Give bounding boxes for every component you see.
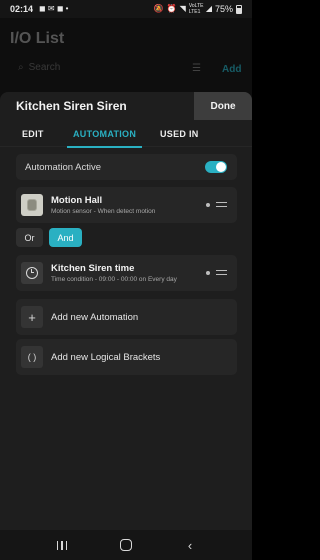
sheet-title: Kitchen Siren Siren [16, 99, 127, 113]
toggle-knob [216, 162, 226, 172]
condition-controls [206, 270, 227, 275]
and-button[interactable]: And [49, 228, 82, 247]
condition-text: Motion Hall Motion sensor - When detect … [51, 195, 155, 215]
alarm-icon: ⏰ [166, 4, 177, 13]
tab-edit[interactable]: EDIT [22, 120, 44, 147]
motion-sensor-icon [21, 194, 43, 216]
battery-icon [236, 4, 242, 14]
automation-active-row: Automation Active [16, 154, 237, 180]
recents-icon[interactable] [47, 540, 77, 550]
condition-controls [206, 202, 227, 207]
tab-used-in[interactable]: USED IN [160, 120, 199, 147]
system-nav-bar: ‹ [0, 530, 252, 560]
back-icon[interactable]: ‹ [175, 538, 205, 553]
signal-icon: ◢ [205, 4, 212, 13]
clock-icon [21, 262, 43, 284]
status-dot-icon [206, 270, 210, 275]
status-notification-icons: ◼ ✉ ◼ • [39, 4, 69, 13]
brackets-icon: ( ) [21, 346, 43, 368]
condition-title: Kitchen Siren time [51, 263, 135, 274]
status-dot-icon [206, 202, 210, 207]
add-automation-button[interactable]: + Add new Automation [16, 299, 237, 335]
drag-handle-icon[interactable] [216, 202, 227, 207]
plus-icon: + [21, 306, 43, 328]
automation-active-label: Automation Active [25, 161, 102, 173]
add-automation-label: Add new Automation [51, 311, 139, 323]
battery-percent: 75% [214, 4, 233, 14]
tab-bar: EDIT AUTOMATION USED IN [0, 120, 252, 148]
logic-selector: Or And [16, 228, 82, 247]
condition-subtitle: Time condition - 09:00 - 00:00 on Every … [51, 276, 177, 283]
add-logical-brackets-label: Add new Logical Brackets [51, 351, 161, 363]
tab-automation[interactable]: AUTOMATION [66, 120, 143, 148]
condition-item[interactable]: Kitchen Siren time Time condition - 09:0… [16, 255, 237, 291]
home-icon [120, 539, 132, 551]
condition-item[interactable]: Motion Hall Motion sensor - When detect … [16, 187, 237, 223]
automation-sheet: Kitchen Siren Siren Done EDIT AUTOMATION… [0, 92, 252, 530]
status-time: 02:14 [10, 4, 34, 14]
wifi-icon: ◥ [179, 4, 186, 13]
condition-title: Motion Hall [51, 195, 103, 206]
done-button[interactable]: Done [194, 92, 252, 120]
drag-handle-icon[interactable] [216, 270, 227, 275]
home-button[interactable] [111, 539, 141, 551]
status-bar: 02:14 ◼ ✉ ◼ • 🔕 ⏰ ◥ VoLTE LTE1 ◢ 75% [0, 0, 252, 18]
automation-active-toggle[interactable] [205, 161, 227, 173]
condition-text: Kitchen Siren time Time condition - 09:0… [51, 263, 177, 283]
network-label: VoLTE LTE1 [188, 3, 204, 15]
condition-subtitle: Motion sensor - When detect motion [51, 208, 156, 215]
or-button[interactable]: Or [16, 228, 43, 247]
add-logical-brackets-button[interactable]: ( ) Add new Logical Brackets [16, 339, 237, 375]
sheet-header: Kitchen Siren Siren Done [0, 92, 252, 120]
mute-icon: 🔕 [153, 4, 164, 13]
